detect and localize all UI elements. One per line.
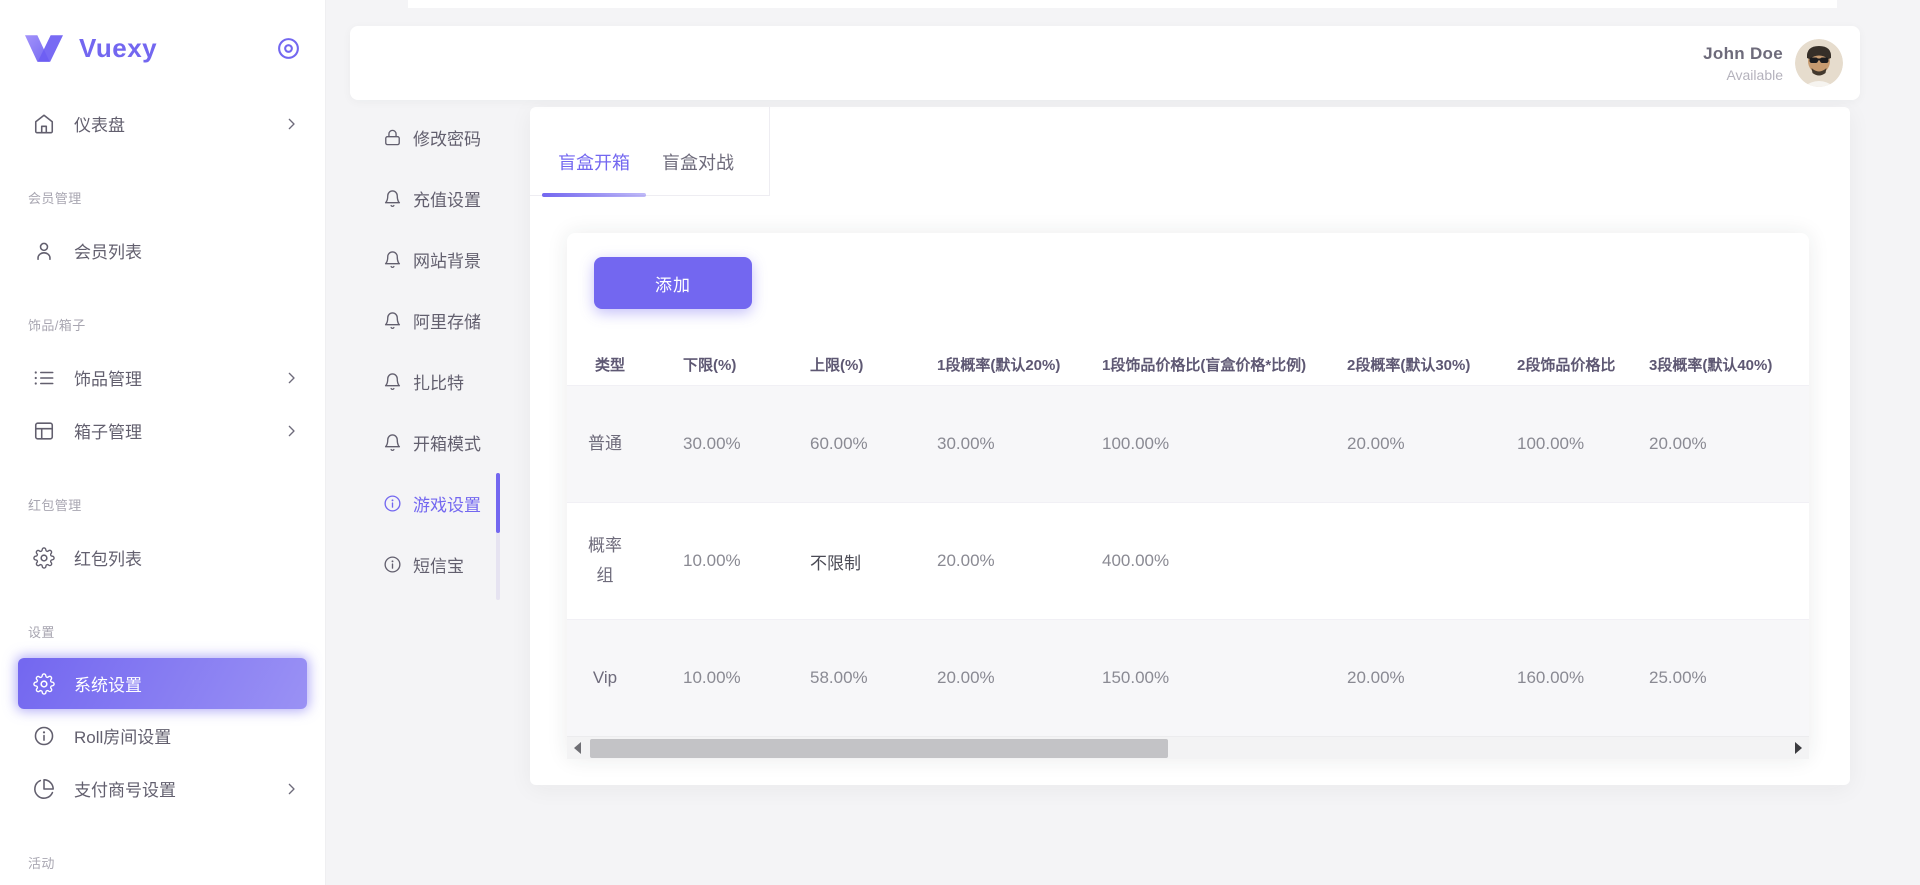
scroll-right-icon[interactable] <box>1795 742 1802 754</box>
info-icon <box>383 494 402 513</box>
submenu-item-zhabite[interactable]: 扎比特 <box>326 351 530 412</box>
bell-icon <box>383 433 402 452</box>
sidebar-section-activity: 活动 <box>0 815 325 885</box>
app-root: Vuexy 仪表盘 会员管理 会员列表 饰品/箱子 饰品管理 <box>0 0 1920 885</box>
active-tab-underline <box>542 193 646 197</box>
pie-chart-icon <box>33 778 55 800</box>
bell-icon <box>383 372 402 391</box>
bell-icon <box>383 311 402 330</box>
avatar[interactable] <box>1795 39 1843 87</box>
sidebar-section-items-boxes: 饰品/箱子 <box>0 277 325 351</box>
chevron-right-icon <box>283 422 300 439</box>
scrollbar-thumb[interactable] <box>590 739 1168 758</box>
user-status: Available <box>1703 67 1783 83</box>
content-card: 盲盒开箱 盲盒对战 添加 类型 下限(%) 上限(%) 1段概率(默认20%) … <box>530 107 1850 785</box>
table-row: 普通 30.00% 60.00% 30.00% 100.00% 20.00% 1… <box>567 385 1809 502</box>
scrolled-card-edge <box>408 0 1837 8</box>
table-row: Vip 10.00% 58.00% 20.00% 150.00% 20.00% … <box>567 619 1809 736</box>
settings-table-card: 添加 类型 下限(%) 上限(%) 1段概率(默认20%) 1段饰品价格比(盲盒… <box>567 233 1809 759</box>
horizontal-scrollbar[interactable] <box>567 736 1809 759</box>
submenu-item-change-password[interactable]: 修改密码 <box>326 107 530 168</box>
tab-bar: 盲盒开箱 盲盒对战 <box>530 107 770 196</box>
sidebar-item-roll-room-settings[interactable]: Roll房间设置 <box>0 709 325 762</box>
chevron-right-icon <box>283 115 300 132</box>
sidebar-item-item-management[interactable]: 饰品管理 <box>0 351 325 404</box>
sidebar-item-payment-merchant-settings[interactable]: 支付商号设置 <box>0 762 325 815</box>
submenu-item-unbox-mode[interactable]: 开箱模式 <box>326 412 530 473</box>
vuexy-logo-icon <box>25 35 63 62</box>
gear-icon <box>33 673 55 695</box>
user-icon <box>33 240 55 262</box>
brand-header: Vuexy <box>0 0 325 97</box>
table-header-row: 类型 下限(%) 上限(%) 1段概率(默认20%) 1段饰品价格比(盲盒价格*… <box>567 343 1809 385</box>
sidebar-nav: 仪表盘 会员管理 会员列表 饰品/箱子 饰品管理 箱子管理 红包管理 <box>0 97 325 885</box>
layout-icon <box>33 420 55 442</box>
main-sidebar: Vuexy 仪表盘 会员管理 会员列表 饰品/箱子 饰品管理 <box>0 0 326 885</box>
user-name: John Doe <box>1703 44 1783 64</box>
info-icon <box>383 555 402 574</box>
submenu-scrollbar[interactable] <box>496 473 500 600</box>
submenu-active-indicator <box>496 473 500 533</box>
chevron-right-icon <box>283 369 300 386</box>
top-navbar: John Doe Available <box>350 26 1860 100</box>
sidebar-section-members: 会员管理 <box>0 150 325 224</box>
add-button[interactable]: 添加 <box>594 257 752 309</box>
sidebar-item-box-management[interactable]: 箱子管理 <box>0 404 325 457</box>
table-toolbar: 添加 <box>567 233 1809 312</box>
lock-icon <box>383 128 402 147</box>
scroll-left-icon[interactable] <box>574 742 581 754</box>
brand-name: Vuexy <box>79 33 276 64</box>
home-icon <box>33 113 55 135</box>
chevron-right-icon <box>283 780 300 797</box>
bell-icon <box>383 189 402 208</box>
tab-blindbox-open[interactable]: 盲盒开箱 <box>542 149 646 175</box>
sidebar-item-dashboard[interactable]: 仪表盘 <box>0 97 325 150</box>
table-row: 概率组 10.00% 不限制 20.00% 400.00% <box>567 502 1809 619</box>
sidebar-section-redpacket: 红包管理 <box>0 457 325 531</box>
sidebar-section-settings: 设置 <box>0 584 325 658</box>
list-icon <box>33 367 55 389</box>
sidebar-item-member-list[interactable]: 会员列表 <box>0 224 325 277</box>
submenu-item-site-background[interactable]: 网站背景 <box>326 229 530 290</box>
submenu-item-recharge-settings[interactable]: 充值设置 <box>326 168 530 229</box>
spacer <box>567 312 1809 343</box>
tab-blindbox-battle[interactable]: 盲盒对战 <box>646 149 750 175</box>
bell-icon <box>383 250 402 269</box>
sidebar-pin-toggle-icon[interactable] <box>276 36 301 61</box>
gear-icon <box>33 547 55 569</box>
user-meta: John Doe Available <box>1703 44 1783 83</box>
sidebar-item-redpacket-list[interactable]: 红包列表 <box>0 531 325 584</box>
submenu-item-ali-storage[interactable]: 阿里存储 <box>326 290 530 351</box>
info-icon <box>33 725 55 747</box>
sidebar-item-system-settings[interactable]: 系统设置 <box>18 658 307 709</box>
